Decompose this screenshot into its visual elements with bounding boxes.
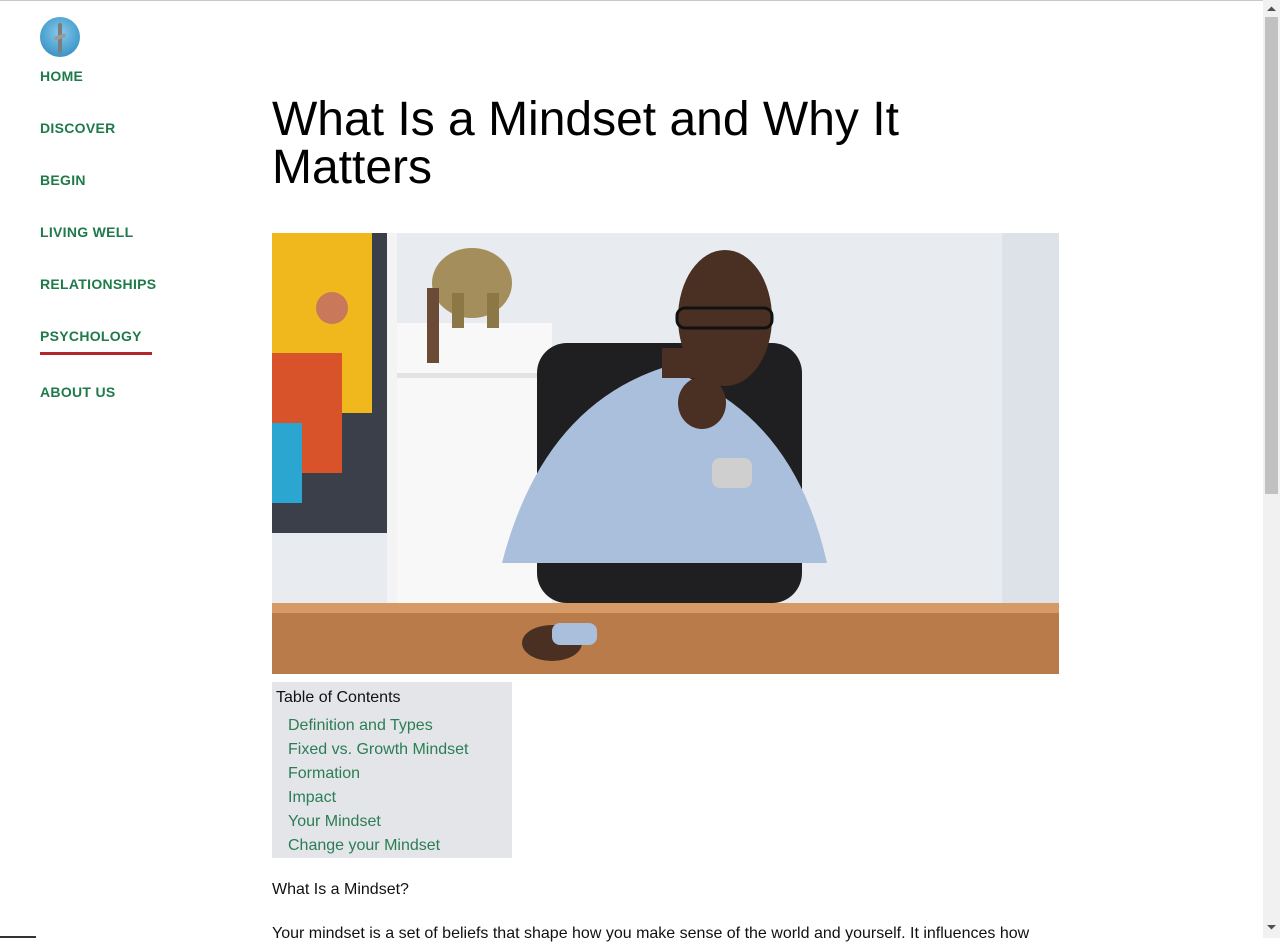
toc-link[interactable]: Your Mindset [288,813,381,831]
scroll-up-arrow-icon[interactable] [1263,2,1280,16]
nav-begin[interactable]: BEGIN [40,172,86,188]
toc-link[interactable]: Definition and Types [288,717,433,735]
article-body-text: Your mindset is a set of beliefs that sh… [272,925,1030,942]
scrollbar-thumb[interactable] [1265,17,1278,494]
nav-about-us[interactable]: ABOUT US [40,384,116,400]
site-logo[interactable] [40,17,80,57]
nav-relationships[interactable]: RELATIONSHIPS [40,276,156,292]
nav-living-well[interactable]: LIVING WELL [40,224,134,240]
nav-discover[interactable]: DISCOVER [40,120,116,136]
table-of-contents: Table of Contents Definition and Types F… [272,682,512,858]
hero-image [272,233,1059,674]
toc-link[interactable]: Formation [288,765,360,783]
toc-link[interactable]: Fixed vs. Growth Mindset [288,741,469,759]
toc-link[interactable]: Impact [288,789,336,807]
nav-home[interactable]: HOME [40,68,83,84]
nav-psychology[interactable]: PSYCHOLOGY [40,328,152,355]
toc-heading: Table of Contents [276,689,401,706]
top-border [0,0,1280,1]
scroll-down-arrow-icon[interactable] [1263,920,1280,934]
vertical-scrollbar[interactable] [1263,0,1280,938]
section-heading: What Is a Mindset? [272,881,409,898]
article-title: What Is a Mindset and Why It Matters [272,93,899,194]
toc-link[interactable]: Change your Mindset [288,837,440,855]
